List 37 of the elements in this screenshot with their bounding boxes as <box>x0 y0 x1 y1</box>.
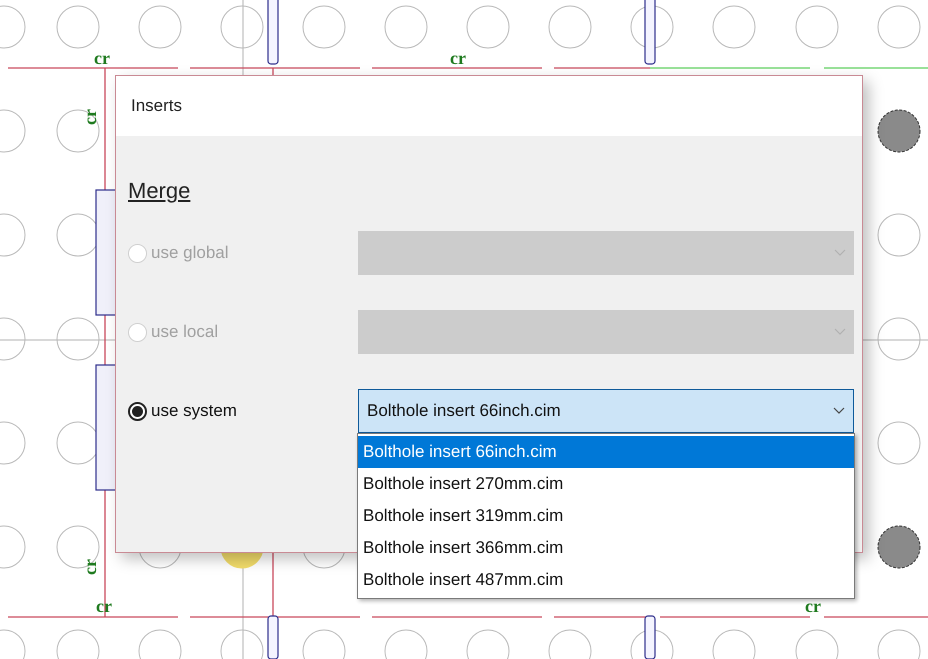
hole-circle <box>384 6 428 48</box>
hole-circle <box>878 6 920 48</box>
window-title: Inserts <box>131 95 182 118</box>
line-label: cr <box>805 596 821 616</box>
hole-circle <box>56 110 100 152</box>
hole-circle <box>878 422 920 464</box>
line-label: cr <box>94 48 110 68</box>
hole-circle <box>712 6 756 48</box>
hole-circle <box>878 214 920 256</box>
hole-circle <box>138 6 182 48</box>
chevron-down-icon <box>834 249 846 257</box>
filled-hole-icon <box>878 110 920 152</box>
combo-box[interactable] <box>358 310 854 354</box>
section-heading: Merge <box>128 177 190 205</box>
dropdown-item[interactable]: Bolthole insert 66inch.cim <box>358 436 854 468</box>
radio-label: use local <box>151 321 218 344</box>
combo-box[interactable] <box>358 231 854 275</box>
dropdown-item[interactable]: Bolthole insert 319mm.cim <box>358 500 854 532</box>
combo-value: Bolthole insert 66inch.cim <box>367 400 561 422</box>
hole-circle <box>466 6 510 48</box>
filled-hole-icon <box>878 526 920 568</box>
radio-label: use system <box>151 400 237 422</box>
hole-circle <box>548 6 592 48</box>
hole-circle <box>56 6 100 48</box>
radio-label: use global <box>151 242 229 264</box>
dropdown-item[interactable]: Bolthole insert 366mm.cim <box>358 532 854 564</box>
line-label: cr <box>80 559 100 575</box>
line-label: cr <box>80 109 100 125</box>
hole-circle <box>796 6 838 48</box>
hole-circle <box>302 6 346 48</box>
line-label: cr <box>450 48 466 68</box>
chevron-down-icon <box>834 328 846 336</box>
chevron-down-icon <box>833 407 845 415</box>
dropdown-item[interactable]: Bolthole insert 487mm.cim <box>358 564 854 596</box>
dropdown-item[interactable]: Bolthole insert 270mm.cim <box>358 468 854 500</box>
radio-button[interactable] <box>128 402 147 420</box>
combo-box[interactable]: Bolthole insert 66inch.cim <box>358 389 854 433</box>
